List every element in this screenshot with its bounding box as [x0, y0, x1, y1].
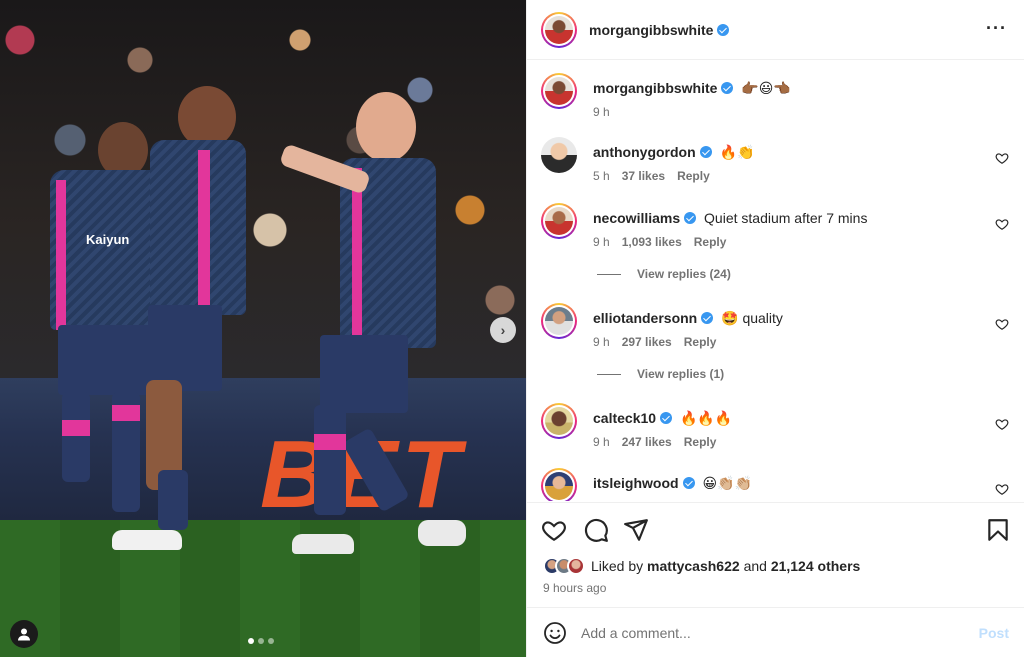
post-actions: Liked by mattycash622 and 21,124 others … [527, 502, 1024, 606]
comments-list[interactable]: morgangibbswhite 👉🏾😃👈🏾 9 h anthonygordon… [527, 61, 1024, 501]
heart-icon[interactable] [995, 217, 1009, 231]
comment-username[interactable]: elliotandersonn [593, 310, 697, 326]
comment-time: 9 h [593, 235, 610, 249]
likes-summary[interactable]: Liked by mattycash622 and 21,124 others [543, 557, 860, 575]
commenter-avatar[interactable] [541, 137, 577, 173]
comment-text: 🤩 quality [721, 310, 783, 326]
add-comment-bar: Post [527, 607, 1024, 657]
verified-badge-icon [684, 212, 697, 224]
comment-likes[interactable]: 297 likes [622, 335, 672, 349]
liked-by-others[interactable]: 21,124 others [771, 558, 861, 574]
user-tag-icon [18, 628, 30, 641]
comment-likes[interactable]: 37 likes [622, 169, 665, 183]
view-replies-label: View replies (1) [637, 367, 725, 381]
add-comment-input[interactable] [581, 624, 961, 641]
comment-time: 5 h [593, 169, 610, 183]
verified-badge-icon [699, 146, 712, 158]
divider-line [597, 273, 621, 275]
view-replies-button[interactable]: View replies (1) [597, 367, 724, 381]
commenter-avatar[interactable] [541, 303, 577, 339]
comment-time: 9 h [593, 435, 610, 449]
view-replies-label: View replies (24) [637, 267, 731, 281]
carousel-dots [248, 638, 274, 644]
post-header: morgangibbswhite ··· [527, 0, 1024, 60]
divider-line [597, 373, 621, 375]
like-button[interactable] [541, 517, 567, 543]
heart-icon[interactable] [995, 317, 1009, 331]
post-photo[interactable]: BET Kaiyun › [0, 0, 526, 657]
bookmark-icon [988, 519, 1008, 541]
comment-icon [584, 518, 608, 542]
comment-item: necowilliams Quiet stadium after 7 mins … [541, 203, 1011, 263]
chevron-right-icon: › [500, 322, 506, 338]
reply-button[interactable]: Reply [684, 435, 717, 449]
smiley-icon[interactable] [543, 621, 567, 645]
caption-time: 9 h [593, 105, 610, 119]
comment-item: elliotandersonn 🤩 quality 9 h 297 likes … [541, 303, 1011, 363]
comment-item: calteck10 🔥🔥🔥 9 h 247 likes Reply [541, 403, 1011, 463]
verified-badge-icon [682, 477, 695, 489]
carousel-next-button[interactable]: › [490, 317, 516, 343]
commenter-avatar[interactable] [541, 403, 577, 439]
verified-badge-icon [721, 82, 734, 94]
shirt-sponsor: Kaiyun [86, 232, 130, 247]
caption-text: 👉🏾😃👈🏾 [741, 80, 791, 96]
liker-avatar [567, 557, 585, 575]
comment-username[interactable]: calteck10 [593, 410, 656, 426]
comment-username[interactable]: anthonygordon [593, 144, 696, 160]
carousel-dot [258, 638, 264, 644]
post-timestamp[interactable]: 9 hours ago [543, 581, 606, 595]
heart-icon [542, 521, 566, 542]
comment-text: 🔥👏 [719, 144, 755, 160]
save-button[interactable] [985, 517, 1011, 543]
comment-button[interactable] [583, 517, 609, 543]
comment-username[interactable]: necowilliams [593, 210, 680, 226]
verified-badge-icon [701, 312, 714, 324]
comment-item: anthonygordon 🔥👏 5 h 37 likes Reply [541, 137, 1011, 197]
post-panel: morgangibbswhite ··· morgangibbswhite 👉🏾… [526, 0, 1024, 657]
more-horizontal-icon: ··· [986, 18, 1007, 38]
share-icon [624, 519, 648, 541]
post-comment-button[interactable]: Post [979, 625, 1009, 641]
comment-text: Quiet stadium after 7 mins [704, 210, 868, 226]
comment-text: 🔥🔥🔥 [679, 410, 733, 426]
carousel-dot [268, 638, 274, 644]
verified-badge-icon [717, 23, 730, 36]
caption-username[interactable]: morgangibbswhite [593, 80, 717, 96]
reply-button[interactable]: Reply [677, 169, 710, 183]
heart-icon[interactable] [995, 151, 1009, 165]
verified-badge-icon [660, 412, 673, 424]
comment-time: 9 h [593, 335, 610, 349]
commenter-avatar[interactable] [541, 203, 577, 239]
carousel-dot [248, 638, 254, 644]
author-username[interactable]: morgangibbswhite [589, 22, 713, 38]
comment-item: itsleighwood 😀👏🏼👏🏼 [541, 468, 1011, 501]
liked-by-prefix: Liked by [591, 558, 644, 574]
view-replies-button[interactable]: View replies (24) [597, 267, 731, 281]
share-button[interactable] [623, 517, 649, 543]
heart-icon[interactable] [995, 417, 1009, 431]
more-options-button[interactable]: ··· [986, 18, 1007, 39]
comment-likes[interactable]: 1,093 likes [622, 235, 682, 249]
author-avatar[interactable] [541, 11, 577, 48]
commenter-avatar[interactable] [541, 468, 577, 501]
heart-icon[interactable] [995, 482, 1009, 496]
liked-by-user[interactable]: mattycash622 [647, 558, 740, 574]
reply-button[interactable]: Reply [684, 335, 717, 349]
comment-text: 😀👏🏼👏🏼 [702, 475, 752, 491]
liked-by-and: and [743, 558, 767, 574]
author-avatar[interactable] [541, 73, 577, 109]
tagged-users-button[interactable] [10, 620, 38, 648]
reply-button[interactable]: Reply [694, 235, 727, 249]
caption: morgangibbswhite 👉🏾😃👈🏾 9 h [541, 73, 1011, 133]
comment-likes[interactable]: 247 likes [622, 435, 672, 449]
comment-username[interactable]: itsleighwood [593, 475, 679, 491]
